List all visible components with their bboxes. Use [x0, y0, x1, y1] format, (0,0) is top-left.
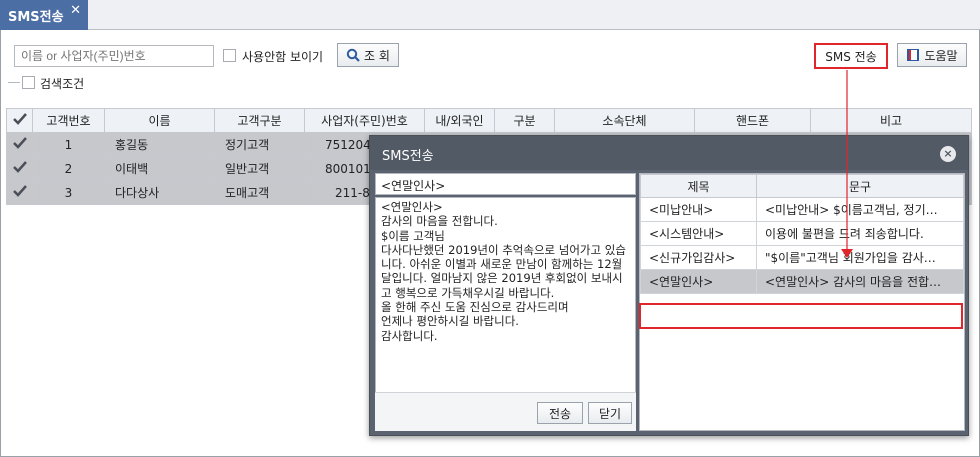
list-item[interactable]: <신규가입감사> "$이름"고객님 회원가입을 감사… — [640, 245, 964, 270]
col-note[interactable]: 비고 — [810, 108, 972, 133]
col-category[interactable]: 구분 — [494, 108, 555, 133]
close-dialog-button[interactable]: 닫기 — [588, 402, 632, 424]
selected-row-highlight — [639, 303, 963, 329]
col-nationality[interactable]: 내/외국인 — [424, 108, 495, 133]
tab-label: SMS전송 — [8, 10, 64, 25]
cell-name: 이태백 — [104, 156, 215, 181]
search-button-label: 조 회 — [364, 48, 390, 63]
col-name[interactable]: 이름 — [104, 108, 215, 133]
cell-customer-no: 2 — [32, 156, 105, 181]
message-title-field[interactable]: <연말인사> — [375, 173, 636, 195]
sms-send-button[interactable]: SMS 전송 — [814, 43, 888, 69]
col-group[interactable]: 소속단체 — [554, 108, 695, 133]
row-checkbox[interactable] — [6, 132, 33, 157]
check-icon — [12, 113, 27, 125]
cell-name: 홍길동 — [104, 132, 215, 157]
send-button[interactable]: 전송 — [537, 402, 583, 424]
select-all-checkbox[interactable] — [6, 108, 33, 133]
row-checkbox[interactable] — [6, 180, 33, 205]
show-unused-checkbox[interactable] — [223, 49, 236, 62]
col-biz-no[interactable]: 사업자(주민)번호 — [304, 108, 425, 133]
tab-sms[interactable]: SMS전송 ✕ — [0, 0, 88, 30]
msg-text: <연말인사> 감사의 마음을 전합… — [756, 269, 964, 294]
cell-type: 일반고객 — [214, 156, 305, 181]
dialog-title-bar[interactable]: SMS전송 × — [370, 136, 968, 170]
row-checkbox[interactable] — [6, 156, 33, 181]
message-body-field[interactable]: <연말인사> 감사의 마음을 전합니다. $이름 고객님 다사다난했던 2019… — [375, 197, 636, 419]
dialog-body: <연말인사> <연말인사> 감사의 마음을 전합니다. $이름 고객님 다사다난… — [370, 170, 968, 435]
list-item-selected[interactable]: <연말인사> <연말인사> 감사의 마음을 전합… — [640, 269, 964, 294]
dialog-close-icon[interactable]: × — [940, 146, 956, 162]
list-item[interactable]: <미납안내> <미납안내> $이름고객님, 정기… — [640, 197, 964, 222]
grid-header-row: 고객번호 이름 고객구분 사업자(주민)번호 내/외국인 구분 소속단체 핸드폰… — [6, 108, 972, 133]
check-icon — [12, 161, 27, 173]
search-input[interactable] — [14, 45, 214, 67]
search-button[interactable]: 조 회 — [337, 43, 399, 67]
msg-text: <미납안내> $이름고객님, 정기… — [756, 197, 964, 222]
col-customer-type[interactable]: 고객구분 — [214, 108, 305, 133]
cell-type: 정기고객 — [214, 132, 305, 157]
check-icon — [12, 137, 27, 149]
tab-close-icon[interactable]: ✕ — [70, 3, 81, 18]
col-customer-no[interactable]: 고객번호 — [32, 108, 105, 133]
cell-customer-no: 3 — [32, 180, 105, 205]
msg-title: <연말인사> — [640, 269, 757, 294]
help-button[interactable]: 도움말 — [897, 43, 967, 67]
check-icon — [12, 185, 27, 197]
msg-title: <신규가입감사> — [640, 245, 757, 270]
help-button-label: 도움말 — [924, 48, 958, 63]
tab-bar: SMS전송 ✕ — [0, 0, 980, 30]
list-item[interactable]: <시스템안내> 이용에 불편을 드려 죄송합니다. — [640, 221, 964, 246]
cell-name: 다다상사 — [104, 180, 215, 205]
message-template-list: 제목 문구 <미납안내> <미납안내> $이름고객님, 정기… <시스템안내> … — [639, 173, 965, 431]
msg-header-row: 제목 문구 — [640, 174, 964, 198]
col-mobile[interactable]: 핸드폰 — [694, 108, 811, 133]
sms-dialog: SMS전송 × <연말인사> <연말인사> 감사의 마음을 전합니다. $이름 … — [369, 135, 969, 436]
col-msg-text[interactable]: 문구 — [756, 174, 964, 198]
cell-customer-no: 1 — [32, 132, 105, 157]
msg-text: 이용에 불편을 드려 죄송합니다. — [756, 221, 964, 246]
filter-checkbox[interactable] — [22, 76, 35, 89]
dialog-title: SMS전송 — [382, 149, 434, 164]
search-icon — [346, 48, 360, 62]
msg-title: <미납안내> — [640, 197, 757, 222]
show-unused-label: 사용안함 보이기 — [242, 50, 324, 64]
msg-title: <시스템안내> — [640, 221, 757, 246]
cell-type: 도매고객 — [214, 180, 305, 205]
msg-text: "$이름"고객님 회원가입을 감사… — [756, 245, 964, 270]
help-book-icon — [907, 49, 920, 61]
col-msg-title[interactable]: 제목 — [640, 174, 757, 198]
filter-label: 검색조건 — [40, 77, 85, 91]
editor-footer: 전송 닫기 — [375, 392, 636, 431]
filter-divider — [8, 82, 20, 83]
sms-send-label: SMS 전송 — [825, 49, 877, 64]
